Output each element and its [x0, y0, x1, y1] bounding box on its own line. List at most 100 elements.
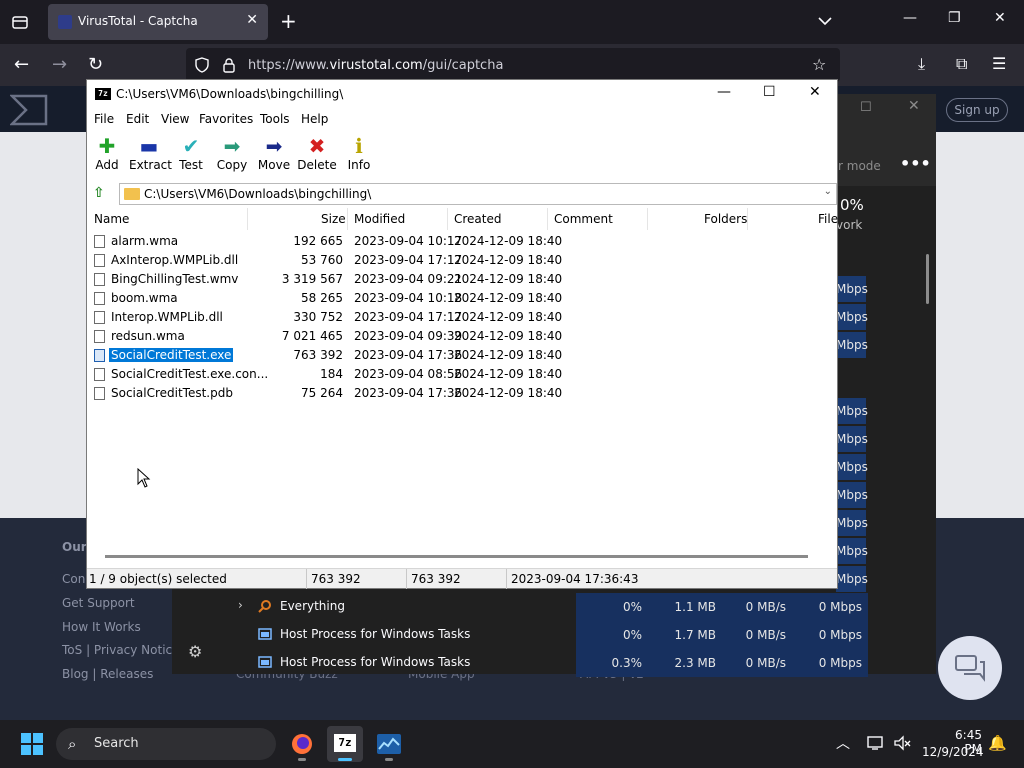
tm-net-cell: Mbps — [836, 538, 868, 564]
footer-link-tos[interactable]: ToS | Privacy Notic — [62, 643, 172, 657]
volume-muted-icon[interactable] — [893, 735, 911, 751]
footer-link-blog[interactable]: Blog | Releases — [62, 667, 153, 681]
firefox-taskbar-button[interactable] — [284, 726, 320, 762]
expand-chevron-icon[interactable]: › — [238, 598, 243, 612]
7zip-file-list[interactable]: Name Size Modified Created Comment Folde… — [87, 208, 838, 568]
column-divider[interactable] — [347, 208, 348, 230]
column-folders[interactable]: Folders — [704, 212, 747, 226]
signup-button[interactable]: Sign up — [946, 98, 1008, 122]
path-dropdown-icon[interactable]: ⌄ — [824, 186, 832, 197]
7zip-title-bar[interactable]: 7z C:\Users\VM6\Downloads\bingchilling\ … — [87, 80, 837, 108]
menu-favorites[interactable]: Favorites — [199, 112, 253, 126]
windows-taskbar: ⌕ Search 7z ︿ 6:45 PM 12/9/2024 🔔 — [0, 720, 1024, 768]
tm-close-icon[interactable]: ✕ — [908, 98, 920, 114]
file-row[interactable]: Interop.WMPLib.dll 330 752 2023-09-04 17… — [87, 308, 837, 327]
tab-close-icon[interactable]: ✕ — [246, 12, 258, 28]
virustotal-logo-icon[interactable] — [10, 94, 48, 126]
browser-tab-active[interactable]: VirusTotal - Captcha ✕ — [48, 4, 268, 40]
footer-link-how-it-works[interactable]: How It Works — [62, 620, 141, 634]
horizontal-scrollbar[interactable] — [105, 555, 808, 558]
file-row[interactable]: redsun.wma 7 021 465 2023-09-04 09:39 20… — [87, 327, 837, 346]
column-divider[interactable] — [647, 208, 648, 230]
file-row[interactable]: BingChillingTest.wmv 3 319 567 2023-09-0… — [87, 270, 837, 289]
downloads-icon[interactable]: ⤓ — [918, 54, 925, 74]
task-manager-taskbar-button[interactable] — [371, 726, 407, 762]
tm-network-header[interactable]: vork — [836, 218, 862, 232]
minimize-icon[interactable]: — — [903, 10, 917, 26]
shield-icon[interactable] — [194, 57, 210, 73]
network-icon[interactable] — [867, 735, 885, 751]
column-modified[interactable]: Modified — [354, 212, 405, 226]
column-created[interactable]: Created — [454, 212, 502, 226]
move-button[interactable]: ➡ Move — [257, 134, 291, 172]
tm-process-row[interactable]: › Everything 0% 1.1 MB 0 MB/s 0 Mbps — [220, 593, 936, 621]
menu-view[interactable]: View — [161, 112, 189, 126]
extensions-icon[interactable]: ⧉ — [956, 54, 967, 74]
column-divider[interactable] — [747, 208, 748, 230]
copy-button[interactable]: ➡ Copy — [215, 134, 249, 172]
tm-maximize-icon[interactable]: ☐ — [860, 100, 872, 115]
footer-link-contact[interactable]: Con — [62, 572, 85, 586]
tm-mode-label[interactable]: r mode — [838, 159, 881, 173]
back-icon[interactable]: ← — [14, 54, 29, 75]
forward-icon[interactable]: → — [52, 54, 67, 75]
menu-help[interactable]: Help — [301, 112, 328, 126]
extract-button[interactable]: ▬ Extract — [129, 134, 172, 172]
7zip-taskbar-button[interactable]: 7z — [327, 726, 363, 762]
7zip-minimize-icon[interactable]: — — [717, 84, 731, 100]
app-menu-icon[interactable]: ☰ — [992, 54, 1006, 73]
list-all-tabs-icon[interactable] — [816, 12, 834, 30]
file-row[interactable]: AxInterop.WMPLib.dll 53 760 2023-09-04 1… — [87, 251, 837, 270]
info-button[interactable]: ℹ Info — [345, 134, 373, 172]
7zip-maximize-icon[interactable]: ☐ — [763, 84, 776, 100]
delete-button[interactable]: ✖ Delete — [297, 134, 337, 172]
notification-bell-icon[interactable]: 🔔 — [988, 734, 1007, 752]
column-comment[interactable]: Comment — [554, 212, 613, 226]
url-text[interactable]: https://www.virustotal.com/gui/captcha — [248, 58, 503, 73]
tm-process-row[interactable]: Host Process for Windows Tasks 0% 1.7 MB… — [220, 621, 936, 649]
bookmark-star-icon[interactable]: ☆ — [812, 55, 826, 74]
windows-start-icon[interactable] — [20, 732, 44, 756]
column-divider[interactable] — [447, 208, 448, 230]
url-bar[interactable]: https://www.virustotal.com/gui/captcha ☆ — [186, 48, 840, 82]
tm-settings-gear-icon[interactable]: ⚙ — [188, 642, 202, 661]
taskbar-search[interactable]: ⌕ Search — [56, 728, 276, 760]
tab-list-icon[interactable] — [10, 12, 30, 32]
path-combobox[interactable]: C:\Users\VM6\Downloads\bingchilling\ ⌄ — [119, 183, 837, 205]
clock-date[interactable]: 12/9/2024 — [922, 745, 984, 759]
chat-button[interactable] — [938, 636, 1002, 700]
column-size[interactable]: Size — [321, 212, 346, 226]
tm-more-icon[interactable]: ••• — [900, 154, 931, 173]
column-name[interactable]: Name — [94, 212, 129, 226]
lock-icon[interactable] — [222, 57, 236, 73]
add-button[interactable]: ✚ Add — [93, 134, 121, 172]
tm-process-row[interactable]: Host Process for Windows Tasks 0.3% 2.3 … — [220, 649, 936, 677]
menu-file[interactable]: File — [94, 112, 114, 126]
7zip-close-icon[interactable]: ✕ — [809, 84, 821, 100]
active-indicator — [338, 758, 352, 761]
test-button[interactable]: ✔ Test — [177, 134, 205, 172]
exe-file-icon — [94, 349, 105, 362]
tm-scrollbar[interactable] — [926, 254, 929, 304]
7zip-toolbar: ✚ Add ▬ Extract ✔ Test ➡ Copy ➡ Move ✖ D… — [87, 130, 837, 180]
footer-link-support[interactable]: Get Support — [62, 596, 135, 610]
new-tab-icon[interactable]: + — [280, 9, 297, 33]
tm-net-cell: Mbps — [836, 482, 868, 508]
column-files[interactable]: File — [818, 212, 838, 226]
file-row[interactable]: SocialCreditTest.pdb 75 264 2023-09-04 1… — [87, 384, 837, 403]
path-text[interactable]: C:\Users\VM6\Downloads\bingchilling\ — [144, 187, 371, 201]
file-row[interactable]: boom.wma 58 265 2023-09-04 10:18 2024-12… — [87, 289, 837, 308]
file-row-selected[interactable]: SocialCreditTest.exe 763 392 2023-09-04 … — [87, 346, 837, 365]
column-divider[interactable] — [547, 208, 548, 230]
column-divider[interactable] — [247, 208, 248, 230]
up-folder-icon[interactable]: ⇧ — [93, 185, 105, 201]
file-row[interactable]: SocialCreditTest.exe.con... 184 2023-09-… — [87, 365, 837, 384]
reload-icon[interactable]: ↻ — [88, 54, 103, 75]
menu-tools[interactable]: Tools — [260, 112, 290, 126]
close-icon[interactable]: ✕ — [994, 10, 1006, 26]
menu-edit[interactable]: Edit — [126, 112, 149, 126]
tm-net-cell: Mbps — [836, 276, 868, 302]
restore-icon[interactable]: ❐ — [948, 10, 961, 26]
file-row[interactable]: alarm.wma 192 665 2023-09-04 10:17 2024-… — [87, 232, 837, 251]
tray-overflow-chevron-icon[interactable]: ︿ — [836, 733, 850, 753]
